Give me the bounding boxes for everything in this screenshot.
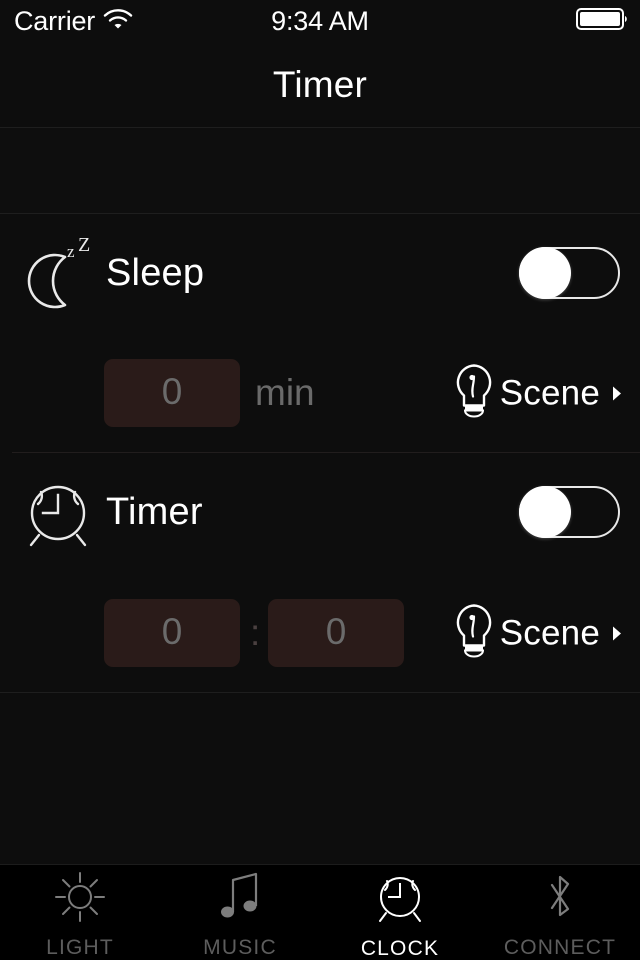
sleep-toggle-knob[interactable]: [519, 247, 571, 299]
alarm-clock-icon: [372, 868, 428, 931]
music-note-icon: [212, 869, 268, 930]
sleep-toggle[interactable]: [519, 247, 620, 299]
timer-minutes-input[interactable]: 0: [268, 599, 404, 667]
tab-clock[interactable]: CLOCK: [320, 865, 480, 960]
tab-bar: LIGHT MUSIC CLOCK CONNECT: [0, 864, 640, 960]
tab-connect[interactable]: CONNECT: [480, 865, 640, 960]
status-bar: Carrier 9:34 AM: [0, 0, 640, 42]
timer-toggle[interactable]: [519, 486, 620, 538]
timer-colon-separator: :: [250, 612, 261, 653]
navigation-bar: Timer: [0, 42, 640, 127]
sleep-label: Sleep: [106, 251, 205, 294]
timer-row: Timer: [0, 453, 640, 571]
timer-scene-button[interactable]: Scene: [450, 601, 624, 666]
chevron-right-icon: [610, 623, 624, 643]
page-title: Timer: [272, 63, 368, 105]
timer-section-divider: [0, 692, 640, 693]
lightbulb-icon: [450, 361, 498, 426]
app-screen: Carrier 9:34 AM Timer z Z Sleep 0 min Sc…: [0, 0, 640, 960]
moon-sleep-icon: z Z: [10, 235, 106, 311]
timer-duration-row: 0 : 0 Scene: [0, 583, 640, 683]
sleep-minutes-input[interactable]: 0: [104, 359, 240, 427]
tab-music-label: MUSIC: [203, 936, 277, 959]
timer-scene-label: Scene: [499, 613, 600, 652]
timer-hours-input[interactable]: 0: [104, 599, 240, 667]
tab-connect-label: CONNECT: [503, 936, 617, 959]
lightbulb-icon: [450, 601, 498, 666]
tab-music[interactable]: MUSIC: [160, 865, 320, 960]
svg-text:Z: Z: [78, 235, 90, 256]
sleep-duration-row: 0 min Scene: [0, 343, 640, 443]
empty-section: [0, 128, 640, 213]
sleep-scene-label: Scene: [499, 373, 600, 412]
sleep-row: z Z Sleep: [0, 214, 640, 332]
bluetooth-icon: [532, 869, 588, 930]
svg-text:z: z: [67, 242, 75, 261]
sun-icon: [52, 869, 108, 930]
tab-clock-label: CLOCK: [360, 937, 440, 960]
tab-light-label: LIGHT: [46, 936, 114, 959]
alarm-clock-icon: [10, 473, 106, 551]
status-bar-right: [576, 6, 630, 37]
tab-light[interactable]: LIGHT: [0, 865, 160, 960]
timer-toggle-knob[interactable]: [519, 486, 571, 538]
status-bar-clock: 9:34 AM: [271, 5, 369, 36]
battery-full-icon: [576, 6, 630, 37]
chevron-right-icon: [610, 383, 624, 403]
timer-label: Timer: [106, 490, 203, 533]
sleep-scene-button[interactable]: Scene: [450, 361, 624, 426]
sleep-unit-label: min: [255, 372, 315, 413]
